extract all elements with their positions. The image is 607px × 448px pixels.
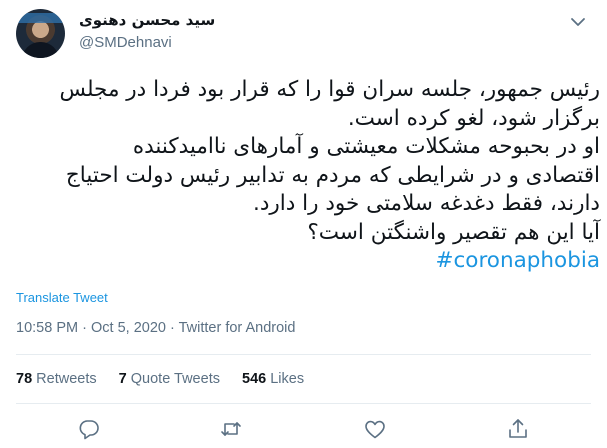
- tweet-source[interactable]: Twitter for Android: [179, 320, 296, 336]
- reply-icon[interactable]: [77, 417, 101, 441]
- retweets-label: Retweets: [36, 371, 97, 387]
- like-icon[interactable]: [363, 417, 387, 441]
- tweet: سید محسن دهنوی @SMDehnavi رئیس جمهور، جل…: [0, 0, 607, 448]
- quote-tweets-count: 7: [118, 371, 127, 387]
- tweet-line: اقتصادی و در شرایطی که مردم به تدابیر رئ…: [65, 162, 600, 188]
- tweet-line: رئیس جمهور، جلسه سران قوا را که قرار بود…: [59, 77, 600, 102]
- avatar-shoulders: [22, 42, 59, 58]
- avatar[interactable]: [16, 9, 65, 58]
- tweet-line: برگزار شود، لغو کرده است.: [347, 105, 600, 131]
- divider: [16, 403, 591, 404]
- translate-tweet-link[interactable]: Translate Tweet: [16, 290, 108, 305]
- likes-label: Likes: [270, 371, 305, 387]
- quote-tweets-stat[interactable]: 7 Quote Tweets: [119, 371, 220, 387]
- meta-separator: ·: [82, 320, 87, 336]
- tweet-date[interactable]: Oct 5, 2020: [91, 320, 166, 336]
- retweets-count: 78: [16, 371, 33, 387]
- meta-separator: ·: [169, 320, 175, 336]
- action-bar: [0, 413, 607, 445]
- avatar-banner: [16, 13, 65, 23]
- tweet-line: دارند، فقط دغدغه سلامتی خود را دارد.: [252, 191, 600, 216]
- likes-count: 546: [242, 371, 267, 387]
- divider: [16, 354, 591, 355]
- chevron-down-icon[interactable]: [568, 12, 588, 32]
- hashtag-link[interactable]: #coronaphobia: [435, 248, 600, 273]
- tweet-stats: 78 Retweets 7 Quote Tweets 546 Likes: [16, 371, 322, 387]
- quote-tweets-label: Quote Tweets: [130, 371, 220, 387]
- author-handle[interactable]: @SMDehnavi: [79, 34, 172, 51]
- author-display-name[interactable]: سید محسن دهنوی: [79, 11, 215, 29]
- likes-stat[interactable]: 546 Likes: [242, 371, 304, 387]
- tweet-time[interactable]: 10:58 PM: [16, 320, 78, 336]
- retweets-stat[interactable]: 78 Retweets: [16, 371, 97, 387]
- tweet-line: آیا این هم تقصیر واشنگتن است؟: [307, 219, 600, 245]
- tweet-metadata: 10:58 PM · Oct 5, 2020 · Twitter for And…: [16, 320, 295, 336]
- retweet-icon[interactable]: [219, 417, 243, 441]
- tweet-text: رئیس جمهور، جلسه سران قوا را که قرار بود…: [16, 76, 600, 276]
- tweet-line: او در بحبوحه مشکلات معیشتی و آمارهای ناا…: [132, 134, 600, 159]
- share-icon[interactable]: [506, 417, 530, 441]
